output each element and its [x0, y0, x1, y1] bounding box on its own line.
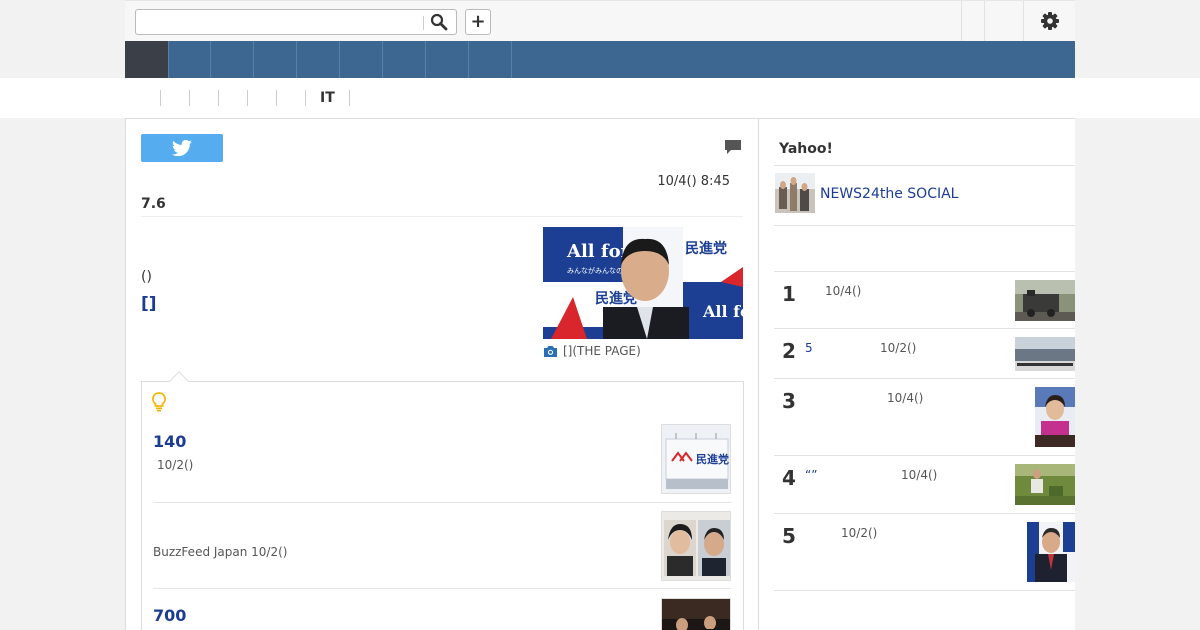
- rank-date: 10/4(): [825, 284, 862, 298]
- article-link[interactable]: []: [141, 294, 157, 314]
- article-photo[interactable]: 民進党 All for All みんながみんなのために 民進党 All for …: [543, 227, 743, 339]
- twitter-icon: [172, 140, 192, 156]
- rank-date: 10/2(): [880, 341, 917, 355]
- comment-icon[interactable]: [724, 139, 742, 155]
- photo-sign-text-right: All for All: [702, 302, 743, 321]
- rank-number: 4: [782, 466, 796, 490]
- photo-party-text-right: 民進党: [685, 240, 727, 257]
- tab-category[interactable]: [348, 90, 378, 106]
- related-thumbnail[interactable]: [661, 598, 731, 630]
- sidebar: Yahoo! NEWS24the SOCIAL 1 10/4() 2 5 10/…: [759, 118, 1075, 630]
- related-thumbnail[interactable]: 民進党: [661, 424, 731, 494]
- ranking-item[interactable]: 4 “” 10/4(): [774, 456, 1075, 513]
- rank-title[interactable]: 5: [805, 341, 813, 355]
- ranking-item[interactable]: 2 5 10/2(): [774, 329, 1075, 378]
- topbar-divider: [961, 1, 962, 42]
- search-icon: [430, 13, 448, 31]
- related-title[interactable]: 700: [153, 606, 186, 625]
- related-thumbnail[interactable]: [661, 511, 731, 581]
- related-item[interactable]: 700: [153, 598, 731, 630]
- add-button[interactable]: +: [465, 9, 491, 35]
- rank-thumbnail[interactable]: [1015, 280, 1075, 321]
- nav-item[interactable]: [254, 41, 297, 78]
- photo-caption: [](THE PAGE): [563, 344, 641, 358]
- rank-number: 3: [782, 389, 796, 413]
- article-source: (): [141, 269, 152, 285]
- category-tabs: IT: [160, 78, 378, 125]
- nav-item[interactable]: [383, 41, 426, 78]
- nav-item[interactable]: [211, 41, 254, 78]
- divider: [774, 165, 1075, 166]
- rank-date: 10/4(): [887, 391, 924, 405]
- nav-home[interactable]: [125, 41, 168, 78]
- main-nav: [125, 41, 1075, 78]
- search-box: [135, 9, 457, 35]
- rank-date: 10/2(): [841, 526, 878, 540]
- news24-link[interactable]: NEWS24the SOCIAL: [820, 186, 958, 202]
- nav-item[interactable]: [297, 41, 340, 78]
- divider: [774, 590, 1075, 591]
- divider: [153, 502, 731, 503]
- rank-thumbnail[interactable]: [1015, 337, 1075, 371]
- topbar-divider: [1023, 1, 1024, 42]
- rank-date: 10/4(): [901, 468, 938, 482]
- rank-thumbnail[interactable]: [1035, 387, 1075, 447]
- settings-button[interactable]: [1039, 10, 1061, 32]
- related-meta: 10/2(): [157, 458, 194, 472]
- search-input[interactable]: [140, 13, 420, 31]
- rank-thumbnail[interactable]: [1027, 522, 1075, 582]
- rank-number: 2: [782, 339, 796, 363]
- tab-category[interactable]: [276, 90, 305, 106]
- camera-icon: [544, 346, 557, 357]
- tab-category[interactable]: [247, 90, 276, 106]
- search-button[interactable]: [430, 13, 450, 31]
- article-panel: 10/4() 8:45 7.6 () [] 民進党 All for All みん…: [125, 118, 759, 630]
- ranking-item[interactable]: 1 10/4(): [774, 272, 1075, 328]
- article-headline: 7.6: [141, 196, 166, 212]
- tab-category[interactable]: [218, 90, 247, 106]
- rank-title[interactable]: “”: [805, 468, 817, 482]
- lightbulb-icon: [152, 392, 166, 412]
- thumb-party-text: 民進党: [696, 452, 729, 466]
- top-bar: +: [125, 0, 1075, 42]
- nav-item[interactable]: [168, 41, 211, 78]
- topbar-divider: [984, 1, 985, 42]
- nav-item[interactable]: [426, 41, 469, 78]
- related-meta: BuzzFeed Japan 10/2(): [153, 545, 288, 559]
- related-item[interactable]: 140 10/2() 民進党: [153, 424, 731, 496]
- divider: [774, 225, 1075, 226]
- sidebar-heading: Yahoo!: [779, 141, 833, 157]
- related-title[interactable]: 140: [153, 432, 186, 451]
- search-divider: [423, 16, 424, 30]
- ranking-item[interactable]: 3 10/4(): [774, 379, 1075, 455]
- tab-category[interactable]: [160, 90, 189, 125]
- nav-item[interactable]: [340, 41, 383, 78]
- related-articles: 140 10/2() 民進党 BuzzFeed Japan 10/2() 700: [141, 371, 744, 630]
- twitter-share-button[interactable]: [141, 134, 223, 162]
- rank-number: 5: [782, 524, 796, 548]
- divider: [153, 588, 731, 589]
- rank-thumbnail[interactable]: [1015, 464, 1075, 505]
- tab-it[interactable]: IT: [305, 90, 349, 106]
- nav-item[interactable]: [469, 41, 512, 78]
- article-date: 10/4() 8:45: [657, 174, 730, 189]
- related-item[interactable]: BuzzFeed Japan 10/2(): [153, 511, 731, 581]
- gear-icon: [1041, 12, 1059, 30]
- ranking-item[interactable]: 5 10/2(): [774, 514, 1075, 590]
- divider: [141, 216, 743, 217]
- callout-notch: [169, 371, 189, 391]
- tab-category[interactable]: [189, 90, 218, 106]
- rank-number: 1: [782, 282, 796, 306]
- news24-thumbnail[interactable]: [775, 173, 815, 213]
